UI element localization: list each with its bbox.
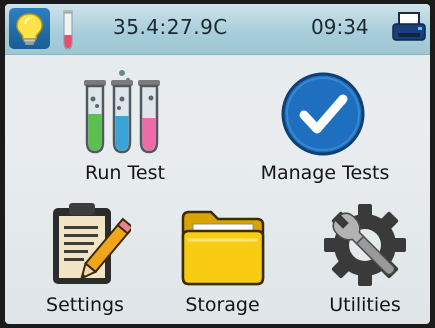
checkmark-circle-icon: [281, 72, 365, 156]
clipboard-pencil-icon: [53, 203, 131, 284]
manage-tests-label: Manage Tests: [260, 162, 390, 184]
device-frame: 35.4:27.9C 09:34 Run Test Manage Tests S…: [0, 0, 435, 328]
utilities-label: Utilities: [329, 294, 401, 316]
lightbulb-icon: [16, 13, 43, 45]
storage-button[interactable]: Storage: [165, 200, 280, 320]
run-test-label: Run Test: [85, 162, 165, 184]
status-bar: 35.4:27.9C 09:34: [5, 4, 430, 55]
printer-icon[interactable]: [391, 10, 427, 46]
lightbulb-button[interactable]: [9, 8, 50, 49]
settings-button[interactable]: Settings: [25, 200, 145, 320]
test-tubes-icon: [84, 70, 160, 154]
storage-label: Storage: [185, 294, 260, 316]
run-test-button[interactable]: Run Test: [50, 66, 200, 186]
manage-tests-button[interactable]: Manage Tests: [250, 66, 400, 186]
utilities-button[interactable]: Utilities: [305, 200, 425, 320]
gear-wrench-icon: [324, 204, 406, 286]
sensor-reading: 35.4:27.9C: [113, 15, 228, 39]
clock-time: 09:34: [311, 15, 369, 39]
screen: 35.4:27.9C 09:34 Run Test Manage Tests S…: [5, 4, 430, 324]
settings-label: Settings: [46, 294, 124, 316]
test-tube-icon: [63, 10, 73, 50]
folder-icon: [181, 210, 265, 286]
